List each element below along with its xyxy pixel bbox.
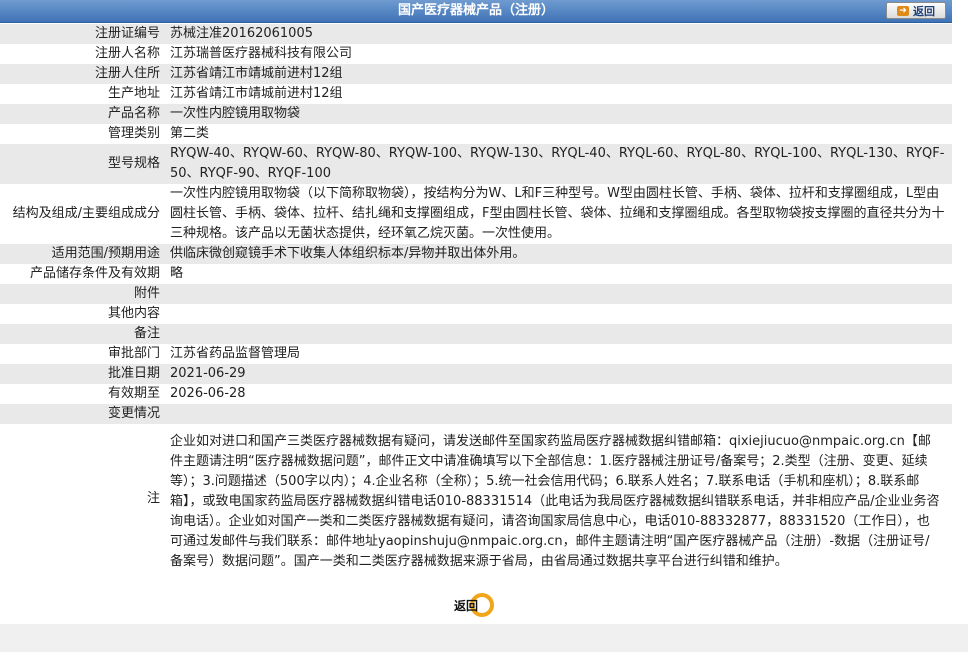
table-row: 附件 xyxy=(0,284,952,304)
back-button-label: 返回 xyxy=(913,4,935,18)
back-button-bottom-label: 返回 xyxy=(454,599,479,613)
row-label: 其他内容 xyxy=(0,304,166,324)
back-button-bottom[interactable]: 返回 xyxy=(452,592,500,618)
note-text: 企业如对进口和国产三类医疗器械数据有疑问，请发送邮件至国家药监局医疗器械数据纠错… xyxy=(166,424,952,574)
row-label: 注册证编号 xyxy=(0,24,166,44)
row-value: 2021-06-29 xyxy=(166,364,952,384)
row-label: 适用范围/预期用途 xyxy=(0,244,166,264)
table-row: 有效期至 2026-06-28 xyxy=(0,384,952,404)
table-row: 型号规格 RYQW-40、RYQW-60、RYQW-80、RYQW-100、RYQ… xyxy=(0,144,952,184)
row-label: 变更情况 xyxy=(0,404,166,424)
page-bottom-strip xyxy=(0,624,968,652)
row-label: 产品储存条件及有效期 xyxy=(0,264,166,284)
info-table: 注册证编号 苏械注准20162061005 注册人名称 江苏瑞普医疗器械科技有限公司注… xyxy=(0,24,952,574)
note-label: 注 xyxy=(0,424,166,574)
table-row: 注册人住所 江苏省靖江市靖城前进村12组 xyxy=(0,64,952,84)
row-value: 江苏省靖江市靖城前进村12组 xyxy=(166,84,952,104)
row-value xyxy=(166,284,952,304)
row-value: 2026-06-28 xyxy=(166,384,952,404)
row-value: 第二类 xyxy=(166,124,952,144)
table-row: 其他内容 xyxy=(0,304,952,324)
row-value: 江苏瑞普医疗器械科技有限公司 xyxy=(166,44,952,64)
row-label: 备注 xyxy=(0,324,166,344)
row-value: 一次性内腔镜用取物袋（以下简称取物袋），按结构分为W、L和F三种型号。W型由圆柱… xyxy=(166,184,952,244)
header-bar: 国产医疗器械产品（注册） ➜ 返回 xyxy=(0,0,952,23)
note-row: 注企业如对进口和国产三类医疗器械数据有疑问，请发送邮件至国家药监局医疗器械数据纠… xyxy=(0,424,952,574)
row-value: 一次性内腔镜用取物袋 xyxy=(166,104,952,124)
table-row: 注册人名称 江苏瑞普医疗器械科技有限公司 xyxy=(0,44,952,64)
row-label: 结构及组成/主要组成成分 xyxy=(0,184,166,244)
row-value: 略 xyxy=(166,264,952,284)
row-value: RYQW-40、RYQW-60、RYQW-80、RYQW-100、RYQW-13… xyxy=(166,144,952,184)
detail-panel: 国产医疗器械产品（注册） ➜ 返回 注册证编号 苏械注准20162061005 注册… xyxy=(0,0,952,624)
row-value: 供临床微创窥镜手术下收集人体组织标本/异物并取出体外用。 xyxy=(166,244,952,264)
table-row: 备注 xyxy=(0,324,952,344)
row-label: 注册人名称 xyxy=(0,44,166,64)
row-label: 批准日期 xyxy=(0,364,166,384)
table-row: 管理类别 第二类 xyxy=(0,124,952,144)
row-label: 注册人住所 xyxy=(0,64,166,84)
row-value xyxy=(166,304,952,324)
table-row: 变更情况 xyxy=(0,404,952,424)
row-value: 苏械注准20162061005 xyxy=(166,24,952,44)
row-value: 江苏省药品监督管理局 xyxy=(166,344,952,364)
table-row: 产品储存条件及有效期略 xyxy=(0,264,952,284)
row-value xyxy=(166,404,952,424)
row-label: 型号规格 xyxy=(0,144,166,184)
table-row: 审批部门 江苏省药品监督管理局 xyxy=(0,344,952,364)
table-row: 结构及组成/主要组成成分 一次性内腔镜用取物袋（以下简称取物袋），按结构分为W、L… xyxy=(0,184,952,244)
row-value: 江苏省靖江市靖城前进村12组 xyxy=(166,64,952,84)
back-arrow-icon: ➜ xyxy=(897,5,909,16)
table-row: 产品名称 一次性内腔镜用取物袋 xyxy=(0,104,952,124)
row-value xyxy=(166,324,952,344)
scroll-gutter xyxy=(952,0,968,624)
row-label: 产品名称 xyxy=(0,104,166,124)
row-label: 有效期至 xyxy=(0,384,166,404)
row-label: 管理类别 xyxy=(0,124,166,144)
row-label: 审批部门 xyxy=(0,344,166,364)
row-label: 附件 xyxy=(0,284,166,304)
table-row: 注册证编号 苏械注准20162061005 xyxy=(0,24,952,44)
table-row: 批准日期 2021-06-29 xyxy=(0,364,952,384)
table-row: 生产地址 江苏省靖江市靖城前进村12组 xyxy=(0,84,952,104)
page-title: 国产医疗器械产品（注册） xyxy=(397,3,554,18)
back-button-top[interactable]: ➜ 返回 xyxy=(886,2,946,19)
table-row: 适用范围/预期用途 供临床微创窥镜手术下收集人体组织标本/异物并取出体外用。 xyxy=(0,244,952,264)
row-label: 生产地址 xyxy=(0,84,166,104)
